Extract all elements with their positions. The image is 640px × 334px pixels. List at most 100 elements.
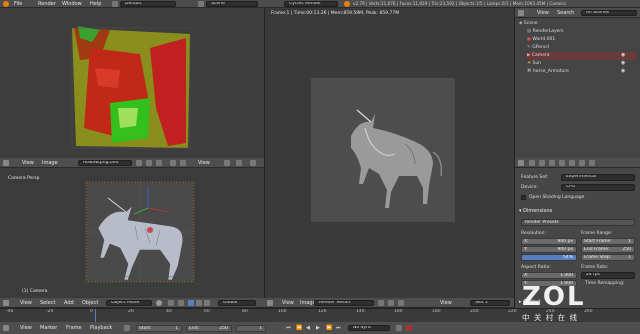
object-mode-select[interactable]: Object Mode	[106, 300, 152, 306]
uv-display-icon[interactable]	[156, 160, 162, 166]
uv-scopes-icon[interactable]	[224, 160, 230, 166]
image-menu-view[interactable]: View	[282, 300, 294, 306]
viewport-editor-type-icon[interactable]	[3, 300, 9, 306]
timeline-menu-frame[interactable]: Frame	[66, 325, 82, 331]
end-frame-input[interactable]: End: 250	[186, 325, 232, 332]
render-tab-icon[interactable]	[518, 160, 524, 166]
image-pin-icon[interactable]	[378, 300, 384, 306]
visibility-eye-icon[interactable]: ◉	[621, 68, 625, 74]
image-editor-type-icon[interactable]	[267, 300, 273, 306]
uv-sync-icon[interactable]	[146, 160, 152, 166]
play-icon[interactable]: ▶	[316, 325, 320, 331]
timeline-menu-marker[interactable]: Marker	[40, 325, 57, 331]
timeline-menu-view[interactable]: View	[20, 325, 32, 331]
record-icon[interactable]	[124, 325, 130, 331]
outliner-scope-select[interactable]: All Scenes	[581, 10, 637, 16]
uv-menu-view2[interactable]: View	[198, 160, 210, 166]
start-frame-input[interactable]: Start: 1	[136, 325, 182, 332]
auto-key-icon[interactable]	[406, 325, 412, 331]
playhead[interactable]	[95, 309, 96, 322]
aspect-x-field[interactable]: X: 1.000	[521, 272, 577, 279]
outliner-row-renderlayers[interactable]: ▤ RenderLayers	[527, 28, 564, 36]
uv-channels-icon[interactable]	[236, 160, 242, 166]
translate-icon[interactable]	[188, 300, 194, 306]
constraint-tab-icon[interactable]	[569, 160, 575, 166]
viewport-menu-view[interactable]: View	[20, 300, 32, 306]
blender-logo-icon[interactable]	[3, 1, 9, 7]
outliner-menu-search[interactable]: Search	[557, 10, 574, 16]
uv-menu-image[interactable]: Image	[42, 160, 58, 166]
viewport-menu-object[interactable]: Object	[82, 300, 98, 306]
jump-start-icon[interactable]: ⏮	[286, 325, 291, 331]
play-reverse-icon[interactable]: ◀	[306, 325, 310, 331]
outliner-row-sun[interactable]: ☀ Sun	[527, 60, 541, 68]
screen-layout-icon[interactable]	[112, 1, 118, 7]
transform-orientation-select[interactable]: Global	[218, 300, 256, 306]
uv-snap-icon[interactable]	[170, 160, 176, 166]
outliner-area[interactable]: View Search All Scenes ◆ Scene ▤ RenderL…	[514, 8, 640, 158]
jump-end-icon[interactable]: ⏭	[336, 325, 341, 331]
feature-set-select[interactable]: Experimental	[561, 174, 635, 181]
timeline-editor-type-icon[interactable]	[3, 325, 9, 331]
scale-icon[interactable]	[204, 300, 210, 306]
image-select[interactable]: Render Result	[314, 300, 374, 306]
current-frame-input[interactable]: 1	[236, 325, 266, 332]
manipulator-icon[interactable]	[178, 300, 184, 306]
rotate-icon[interactable]	[196, 300, 202, 306]
menu-render[interactable]: Render	[38, 1, 56, 7]
viewport-3d-area[interactable]: Camera Persp (1) Camera	[0, 168, 264, 298]
menu-file[interactable]: File	[14, 1, 22, 7]
scene-icon[interactable]	[198, 1, 204, 7]
render-engine-select[interactable]: Cycles Render	[284, 1, 338, 7]
render-presets-select[interactable]: Render Presets	[521, 219, 635, 226]
uv-menu-view[interactable]: View	[22, 160, 34, 166]
resolution-y-field[interactable]: Y: 900 px	[521, 246, 577, 253]
outliner-row-world[interactable]: ● World.001	[527, 36, 555, 44]
start-frame-field[interactable]: Start Frame: 1	[581, 238, 635, 245]
menu-help[interactable]: Help	[90, 1, 101, 7]
uv-extra-icon[interactable]	[250, 160, 256, 166]
image-menu-view2[interactable]: View	[440, 300, 452, 306]
shading-icon[interactable]	[156, 300, 162, 306]
outliner-menu-view[interactable]: View	[537, 10, 549, 16]
sync-mode-select[interactable]: No Sync	[348, 325, 390, 331]
menu-window[interactable]: Window	[62, 1, 82, 7]
resolution-x-field[interactable]: X: 900 px	[521, 238, 577, 245]
render-slot-select[interactable]: Slot 1	[470, 300, 510, 306]
screen-layout-select[interactable]: Default	[120, 1, 176, 7]
viewport-menu-select[interactable]: Select	[40, 300, 55, 306]
pin-icon[interactable]	[136, 160, 142, 166]
world-tab-icon[interactable]	[549, 160, 555, 166]
modifier-tab-icon[interactable]	[579, 160, 585, 166]
editor-type-icon[interactable]	[3, 160, 9, 166]
visibility-eye-icon[interactable]: ◉	[621, 60, 625, 66]
frame-rate-select[interactable]: 24 fps	[581, 272, 635, 279]
uv-image-select[interactable]: Aowaw.png.000	[78, 160, 132, 166]
layers-tab-icon[interactable]	[529, 160, 535, 166]
image-close-icon[interactable]	[398, 300, 404, 306]
osl-checkbox[interactable]	[521, 195, 526, 200]
timeline-menu-playback[interactable]: Playback	[90, 325, 112, 331]
outliner-type-icon[interactable]	[518, 10, 524, 16]
visibility-eye-icon[interactable]: ◉	[621, 52, 625, 58]
object-tab-icon[interactable]	[559, 160, 565, 166]
dimensions-section-header[interactable]: ▾ Dimensions	[519, 207, 552, 215]
scene-select[interactable]: Scene	[206, 1, 258, 7]
outliner-row-gpencil[interactable]: ✎ GPencil	[527, 44, 549, 52]
outliner-row-scene[interactable]: ◆ Scene	[519, 20, 538, 28]
pivot-icon[interactable]	[168, 300, 174, 306]
end-frame-field[interactable]: End Frame: 250	[581, 246, 635, 253]
data-tab-icon[interactable]	[589, 160, 595, 166]
frame-step-field[interactable]: Frame Step: 1	[581, 254, 635, 261]
uv-proportional-icon[interactable]	[180, 160, 186, 166]
prev-keyframe-icon[interactable]: ⏪	[296, 325, 302, 331]
keying-set-icon[interactable]	[396, 325, 402, 331]
scene-tab-icon[interactable]	[539, 160, 545, 166]
render-result-area[interactable]: Frame:1 | Time:00:13.26 | Mem:859.59M, P…	[264, 8, 514, 298]
resolution-percentage-slider[interactable]: 54%	[521, 254, 577, 261]
image-browse-icon[interactable]	[388, 300, 394, 306]
uv-editor-area[interactable]	[0, 8, 264, 158]
device-select[interactable]: CPU	[561, 184, 635, 191]
viewport-menu-add[interactable]: Add	[64, 300, 74, 306]
outliner-row-armature[interactable]: ⌘ horse_Armature	[527, 68, 569, 76]
